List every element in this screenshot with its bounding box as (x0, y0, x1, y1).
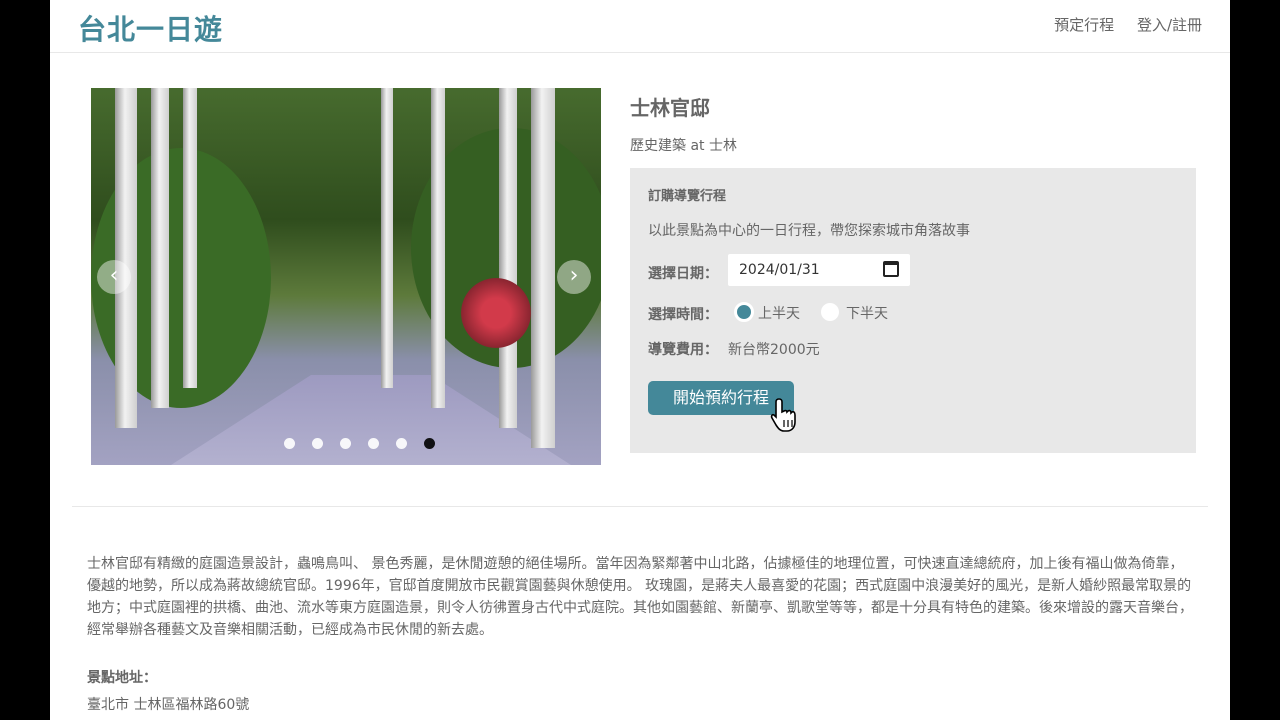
date-value: 2024/01/31 (739, 262, 820, 278)
booking-description: 以此景點為中心的一日行程，帶您探索城市角落故事 (648, 223, 970, 239)
hand-cursor-icon (770, 398, 796, 432)
flower-bush (461, 278, 531, 348)
carousel-dots (284, 434, 447, 449)
calendar-icon[interactable] (883, 261, 899, 277)
palm-trunk (183, 88, 197, 388)
carousel-prev-icon[interactable]: ‹ (97, 260, 131, 294)
nav-login-link[interactable]: 登入/註冊 (1137, 16, 1202, 34)
radio-morning[interactable] (734, 302, 754, 322)
palm-trunk (531, 88, 555, 448)
palm-trunk (431, 88, 445, 408)
image-carousel: ‹ › (91, 88, 601, 465)
fee-label: 導覽費用： (648, 342, 718, 358)
nav-links: 預定行程 登入/註冊 (1036, 14, 1202, 35)
address-label: 景點地址： (87, 670, 157, 686)
radio-afternoon[interactable] (821, 303, 839, 321)
booking-title: 訂購導覽行程 (648, 189, 727, 204)
address-value: 臺北市 士林區福林路60號 (87, 697, 250, 713)
palm-trunk (381, 88, 393, 388)
fee-value: 新台幣2000元 (728, 342, 820, 358)
radio-afternoon-label: 下半天 (846, 306, 888, 322)
palm-trunk (499, 88, 517, 428)
time-label: 選擇時間： (648, 307, 718, 323)
booking-form: 訂購導覽行程 以此景點為中心的一日行程，帶您探索城市角落故事 選擇日期： 202… (630, 168, 1196, 453)
top-navbar: 台北一日遊 預定行程 登入/註冊 (50, 0, 1230, 53)
nav-booking-link[interactable]: 預定行程 (1054, 16, 1114, 34)
attraction-category: 歷史建築 at 士林 (630, 138, 737, 154)
section-divider (72, 506, 1208, 507)
attraction-description: 士林官邸有精緻的庭園造景設計，蟲鳴鳥叫、 景色秀麗，是休閒遊憩的絕佳場所。當年因… (87, 556, 1193, 638)
palm-trunk (151, 88, 169, 408)
carousel-dot[interactable] (284, 438, 295, 449)
page: 台北一日遊 預定行程 登入/註冊 ‹ › 士林官邸 歷史建築 at 士林 訂購導 (50, 0, 1230, 720)
carousel-next-icon[interactable]: › (557, 260, 591, 294)
radio-morning-label: 上半天 (758, 306, 800, 322)
date-input[interactable]: 2024/01/31 (728, 254, 910, 286)
site-logo[interactable]: 台北一日遊 (78, 8, 223, 48)
date-label: 選擇日期： (648, 266, 718, 282)
attraction-name: 士林官邸 (630, 96, 710, 120)
palm-trunk (115, 88, 137, 428)
